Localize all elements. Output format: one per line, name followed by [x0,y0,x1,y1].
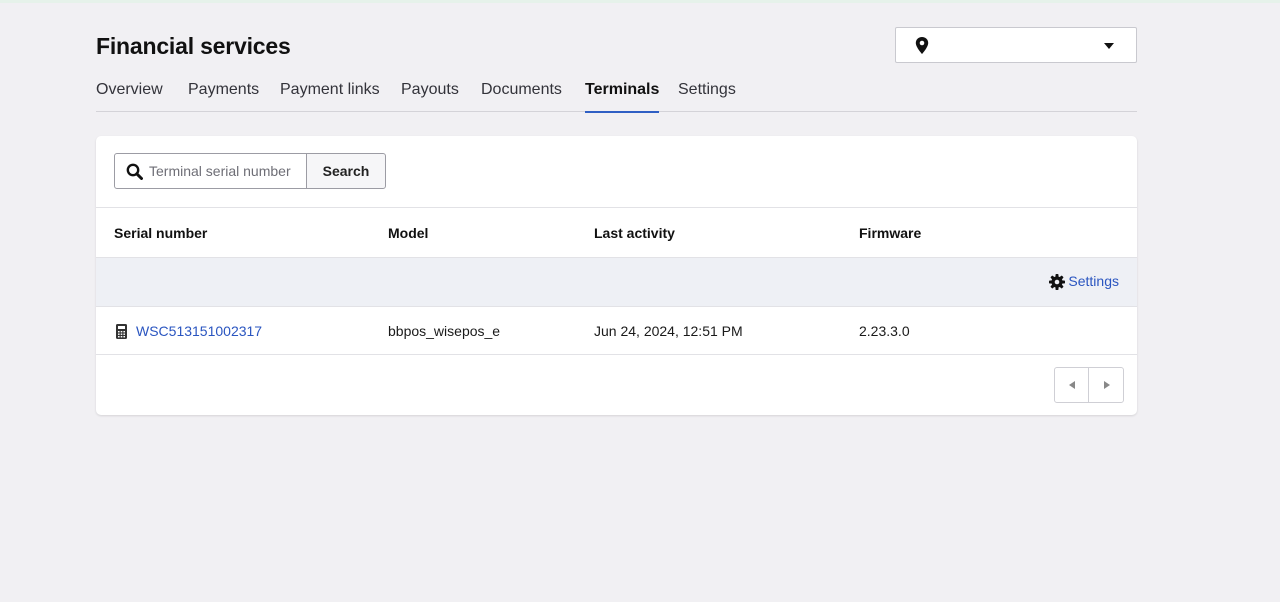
terminal-serial-link[interactable]: WSC513151002317 [136,323,262,339]
tab-documents[interactable]: Documents [481,81,562,112]
page-title: Financial services [96,33,291,59]
table-settings-link[interactable]: Settings [1049,273,1119,291]
previous-page-button[interactable] [1055,368,1089,402]
chevron-down-icon [1104,43,1114,49]
table-row: WSC513151002317 bbpos_wisepos_e Jun 24, … [96,307,1137,355]
search-input[interactable] [149,154,305,188]
tab-bar: Overview Payments Payment links Payouts … [96,78,1137,113]
column-header-last-activity: Last activity [594,225,675,241]
tab-payouts[interactable]: Payouts [401,81,459,112]
map-pin-icon [915,37,929,54]
pagination [1054,367,1124,403]
column-header-serial: Serial number [114,225,208,241]
location-select[interactable] [895,27,1137,63]
caret-right-icon [1104,381,1110,389]
tab-payment-links[interactable]: Payment links [280,81,380,112]
table-header: Serial number Model Last activity Firmwa… [96,207,1137,258]
search-button[interactable]: Search [306,153,386,189]
search-icon [126,163,143,180]
terminal-firmware: 2.23.3.0 [859,323,910,339]
table-toolbar-row: Settings [96,258,1137,307]
next-page-button[interactable] [1090,368,1124,402]
tab-overview[interactable]: Overview [96,81,163,112]
tab-settings[interactable]: Settings [678,81,736,112]
column-header-model: Model [388,225,429,241]
terminals-card: Search Serial number Model Last activity… [96,136,1137,415]
caret-left-icon [1069,381,1075,389]
tab-terminals[interactable]: Terminals [585,81,660,113]
column-header-firmware: Firmware [859,225,922,241]
tab-payments[interactable]: Payments [188,81,259,112]
search-field [114,153,307,189]
terminal-last-activity: Jun 24, 2024, 12:51 PM [594,323,743,339]
terminal-model: bbpos_wisepos_e [388,323,501,339]
top-accent-line [0,0,1280,3]
gear-icon [1049,274,1066,290]
card-reader-icon [116,324,127,339]
